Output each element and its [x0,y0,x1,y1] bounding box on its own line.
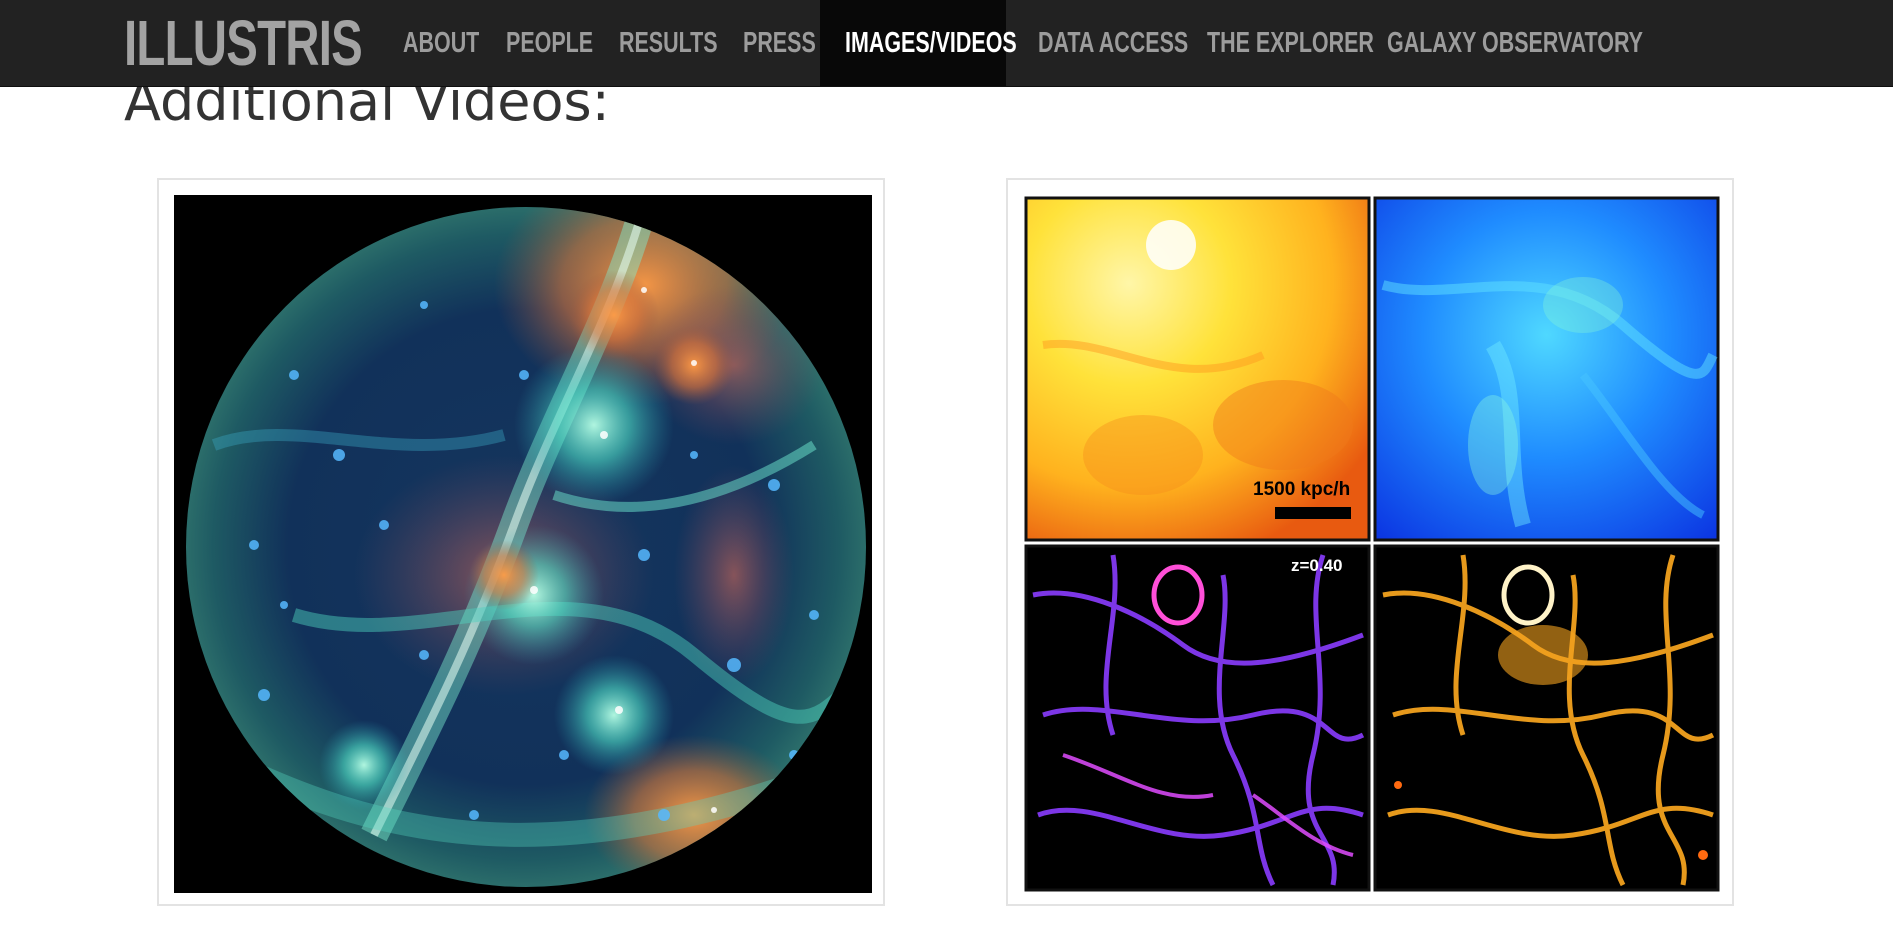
panel-density [1373,196,1720,542]
nav-item-people[interactable]: PEOPLE [492,0,596,86]
nav-item-results[interactable]: RESULTS [605,0,718,86]
panel-temperature: 1500 kpc/h [1024,196,1371,542]
nav-item-label: RESULTS [619,27,718,59]
fisheye-render-image [174,195,872,893]
panel-shocks-orange [1373,544,1720,892]
nav-item-the-explorer[interactable]: THE EXPLORER [1193,0,1374,86]
scale-bar [1275,507,1351,519]
four-panel-image: 1500 kpc/h z=0.40 [1023,195,1721,893]
video-thumbnail-fisheye[interactable] [157,178,885,906]
nav-item-galaxy-observatory[interactable]: GALAXY OBSERVATORY [1373,0,1643,86]
top-navbar: ILLUSTRIS ABOUT PEOPLE RESULTS PRESS IMA… [0,0,1893,87]
nav-item-label: ABOUT [403,27,480,59]
nav-item-label: THE EXPLORER [1207,27,1374,59]
nav-item-label: PRESS [743,27,816,59]
scale-bar-label: 1500 kpc/h [1253,479,1350,500]
nav-item-label: IMAGES/VIDEOS [845,27,1017,59]
redshift-label: z=0.40 [1291,556,1343,575]
panel-shocks-purple: z=0.40 [1024,544,1371,892]
nav-item-label: PEOPLE [506,27,594,59]
nav-item-about[interactable]: ABOUT [389,0,483,86]
nav-item-data-access[interactable]: DATA ACCESS [1024,0,1188,86]
nav-item-press[interactable]: PRESS [729,0,823,86]
nav-item-label: DATA ACCESS [1038,27,1189,59]
nav-item-label: GALAXY OBSERVATORY [1387,27,1643,59]
brand-logo[interactable]: ILLUSTRIS [124,6,363,80]
video-thumbnail-four-panel[interactable]: 1500 kpc/h z=0.40 [1006,178,1734,906]
nav-item-images-videos[interactable]: IMAGES/VIDEOS [820,0,1017,86]
